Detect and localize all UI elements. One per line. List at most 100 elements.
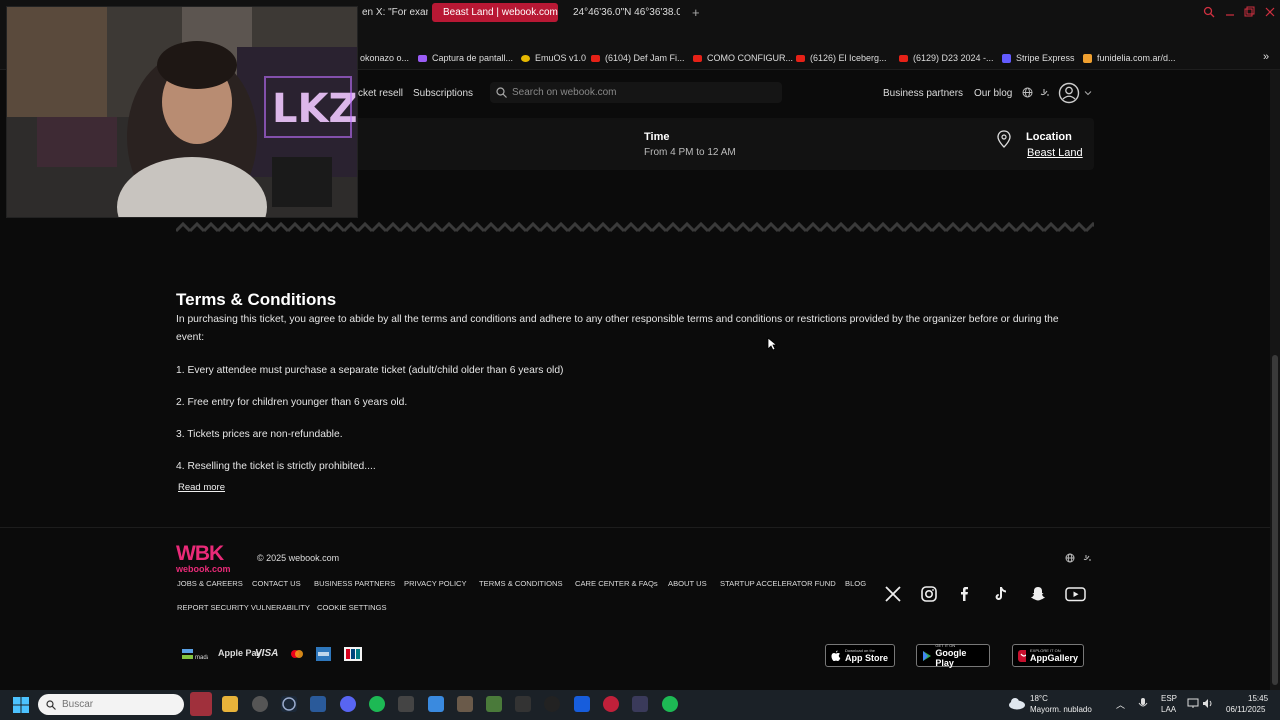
tab-label: 24°46'36.0"N 46°36'38.0 bbox=[573, 7, 680, 18]
spotify-icon[interactable] bbox=[369, 696, 385, 712]
search-input[interactable] bbox=[512, 87, 772, 98]
steam-icon[interactable] bbox=[281, 696, 297, 712]
active-app-icon[interactable] bbox=[190, 692, 212, 716]
volume-icon[interactable] bbox=[1202, 698, 1214, 709]
windows-start-icon[interactable] bbox=[13, 697, 29, 713]
bookmark-item[interactable]: Captura de pantall... bbox=[418, 53, 513, 63]
app-store-badge[interactable]: Download on the App Store bbox=[825, 644, 895, 667]
bookmark-item[interactable]: funidelia.com.ar/d... bbox=[1083, 53, 1176, 63]
app-icon[interactable] bbox=[632, 696, 648, 712]
discord-icon[interactable] bbox=[340, 696, 356, 712]
footer-link-blog[interactable]: BLOG bbox=[845, 579, 866, 588]
bookmark-label: EmuOS v1.0 bbox=[535, 53, 587, 63]
google-play-badge[interactable]: GET IT ON Google Play bbox=[916, 643, 990, 668]
scrollbar-thumb[interactable] bbox=[1272, 355, 1278, 685]
globe-icon[interactable] bbox=[1022, 87, 1033, 98]
bookmark-label: okonazo o... bbox=[360, 53, 410, 63]
weather-desc[interactable]: Mayorm. nublado bbox=[1030, 705, 1092, 714]
footer-link-terms[interactable]: TERMS & CONDITIONS bbox=[479, 579, 563, 588]
weather-temp[interactable]: 18°C bbox=[1030, 694, 1048, 703]
footer-link-contact[interactable]: CONTACT US bbox=[252, 579, 301, 588]
game-app-icon[interactable] bbox=[486, 696, 502, 712]
terms-item: 1. Every attendee must purchase a separa… bbox=[176, 365, 564, 376]
footer-link-privacy[interactable]: PRIVACY POLICY bbox=[404, 579, 467, 588]
file-explorer-icon[interactable] bbox=[222, 696, 238, 712]
youtube-icon[interactable] bbox=[1065, 585, 1086, 603]
site-search[interactable] bbox=[490, 82, 782, 103]
language-top[interactable]: ESP bbox=[1161, 694, 1177, 703]
tab-label: en X: "For exam bbox=[362, 7, 428, 18]
footer-link-care-center[interactable]: CARE CENTER & FAQs bbox=[575, 579, 658, 588]
weather-cloud-icon[interactable] bbox=[1008, 696, 1026, 710]
time-value: From 4 PM to 12 AM bbox=[644, 147, 736, 158]
bookmark-item[interactable]: Stripe Express bbox=[1002, 53, 1075, 63]
microphone-icon[interactable] bbox=[1138, 698, 1148, 710]
media-app-icon[interactable] bbox=[398, 696, 414, 712]
arabic-language-icon[interactable] bbox=[1082, 553, 1092, 563]
language-bottom[interactable]: LAA bbox=[1161, 705, 1176, 714]
bookmark-item[interactable]: EmuOS v1.0 bbox=[521, 53, 586, 63]
footer-link-jobs[interactable]: JOBS & CAREERS bbox=[177, 579, 243, 588]
opera-gx-icon[interactable] bbox=[603, 696, 619, 712]
g-app-icon[interactable] bbox=[544, 696, 560, 712]
youtube-icon bbox=[693, 54, 702, 62]
footer-link-startup-fund[interactable]: STARTUP ACCELERATOR FUND bbox=[720, 579, 836, 588]
location-pin-icon bbox=[997, 130, 1011, 148]
new-tab-button[interactable]: + bbox=[686, 3, 702, 22]
read-more-link[interactable]: Read more bbox=[178, 482, 225, 493]
bookmark-item[interactable]: (6129) D23 2024 -... bbox=[899, 53, 994, 63]
restore-icon[interactable] bbox=[1243, 6, 1255, 18]
apple-icon bbox=[831, 650, 841, 661]
copyright: © 2025 webook.com bbox=[257, 553, 340, 563]
mouse-cursor-icon bbox=[767, 337, 777, 351]
globe-icon[interactable] bbox=[1065, 553, 1075, 563]
search-tabs-icon[interactable] bbox=[1203, 6, 1215, 18]
more-bookmarks-button[interactable]: » bbox=[1263, 51, 1269, 63]
footer-link-about[interactable]: ABOUT US bbox=[668, 579, 707, 588]
unionpay-icon bbox=[344, 647, 362, 661]
security-app-icon[interactable] bbox=[310, 696, 326, 712]
google-play-icon bbox=[923, 650, 931, 661]
tab-beast-land[interactable]: Beast Land | webook.com bbox=[432, 3, 558, 22]
chevron-down-icon[interactable] bbox=[1084, 89, 1092, 97]
footer-link-security[interactable]: REPORT SECURITY VULNERABILITY bbox=[177, 603, 310, 612]
app-gallery-badge[interactable]: EXPLORE IT ON AppGallery bbox=[1012, 644, 1084, 667]
tab-maps-coordinates[interactable]: 24°46'36.0"N 46°36'38.0 bbox=[562, 3, 680, 22]
bookmark-item[interactable]: okonazo o... bbox=[360, 53, 409, 63]
user-avatar-icon[interactable] bbox=[1058, 82, 1080, 104]
notepad-icon[interactable] bbox=[428, 696, 444, 712]
bookmark-item[interactable]: (6104) Def Jam Fi... bbox=[591, 53, 685, 63]
instagram-icon[interactable] bbox=[920, 585, 938, 603]
funidelia-icon bbox=[1083, 53, 1092, 63]
nav-ticket-resell[interactable]: cket resell bbox=[358, 88, 403, 99]
network-icon[interactable] bbox=[1187, 698, 1199, 709]
bookmark-item[interactable]: COMO CONFIGUR... bbox=[693, 53, 793, 63]
tray-chevron-up-icon[interactable]: ︿ bbox=[1116, 698, 1125, 711]
nav-subscriptions[interactable]: Subscriptions bbox=[413, 88, 473, 99]
tab-x-post[interactable]: en X: "For exam bbox=[356, 3, 428, 22]
chrome-icon[interactable] bbox=[252, 696, 268, 712]
x-twitter-icon[interactable] bbox=[884, 585, 902, 603]
badge-big-text: AppGallery bbox=[1029, 653, 1078, 663]
bitwarden-icon[interactable] bbox=[574, 696, 590, 712]
footer-link-business-partners[interactable]: BUSINESS PARTNERS bbox=[314, 579, 395, 588]
minimize-icon[interactable] bbox=[1224, 6, 1236, 18]
webook-logo[interactable]: WBK webook.com bbox=[176, 543, 242, 576]
tiktok-icon[interactable] bbox=[992, 585, 1010, 603]
location-link[interactable]: Beast Land bbox=[1027, 147, 1083, 159]
clock-time[interactable]: 15:45 bbox=[1248, 694, 1268, 703]
clock-date[interactable]: 06/11/2025 bbox=[1226, 705, 1265, 714]
spotify-icon[interactable] bbox=[662, 696, 678, 712]
nav-our-blog[interactable]: Our blog bbox=[974, 88, 1012, 99]
taskbar-search[interactable] bbox=[38, 694, 184, 715]
nav-business-partners[interactable]: Business partners bbox=[883, 88, 963, 99]
footer-link-cookies[interactable]: COOKIE SETTINGS bbox=[317, 603, 387, 612]
game-app-icon[interactable] bbox=[457, 696, 473, 712]
car-app-icon[interactable] bbox=[515, 696, 531, 712]
taskbar-search-input[interactable] bbox=[62, 699, 172, 710]
bookmark-item[interactable]: (6126) El Iceberg... bbox=[796, 53, 887, 63]
snapchat-icon[interactable] bbox=[1029, 585, 1047, 603]
arabic-language-icon[interactable] bbox=[1039, 87, 1050, 98]
facebook-icon[interactable] bbox=[956, 585, 974, 603]
close-icon[interactable] bbox=[1264, 6, 1276, 18]
